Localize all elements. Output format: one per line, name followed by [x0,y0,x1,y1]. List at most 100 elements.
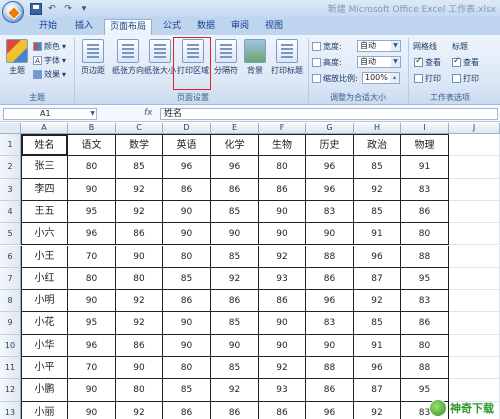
column-header-c[interactable]: C [116,123,163,134]
student-name-cell[interactable]: 小丽 [21,401,68,419]
score-cell[interactable]: 90 [163,200,211,224]
tab-home[interactable]: 开始 [32,19,64,35]
score-cell[interactable]: 92 [116,401,163,419]
column-header-g[interactable]: G [306,123,354,134]
score-cell[interactable]: 90 [68,290,116,313]
score-cell[interactable]: 85 [211,245,259,268]
row-header[interactable]: 13 [0,401,21,419]
score-cell[interactable]: 96 [306,290,354,313]
score-cell[interactable]: 83 [306,200,354,224]
margins-button[interactable]: 页边距 [78,38,108,90]
customize-icon[interactable]: ▾ [78,3,90,15]
score-cell[interactable]: 96 [163,156,211,179]
score-cell[interactable]: 90 [68,178,116,201]
score-cell[interactable]: 92 [211,379,259,402]
score-cell[interactable]: 86 [163,178,211,201]
score-cell[interactable]: 70 [68,245,116,268]
score-cell[interactable]: 87 [354,267,401,291]
score-cell[interactable]: 90 [259,223,306,246]
score-cell[interactable]: 90 [259,312,306,335]
table-header-cell[interactable]: 物理 [401,134,449,157]
score-cell[interactable]: 90 [259,334,306,357]
score-cell[interactable]: 92 [116,312,163,335]
score-cell[interactable]: 96 [354,357,401,380]
tab-insert[interactable]: 插入 [68,19,100,35]
student-name-cell[interactable]: 张三 [21,156,68,179]
name-box[interactable]: A1 ▼ [3,108,97,120]
gridlines-view-checkbox[interactable]: 查看 [414,56,441,68]
score-cell[interactable]: 92 [354,290,401,313]
score-cell[interactable]: 90 [68,379,116,402]
score-cell[interactable]: 80 [163,357,211,380]
score-cell[interactable]: 91 [401,156,449,179]
row-header[interactable]: 10 [0,334,21,357]
score-cell[interactable]: 80 [401,334,449,357]
score-cell[interactable]: 92 [259,245,306,268]
score-cell[interactable]: 95 [401,267,449,291]
score-cell[interactable]: 85 [163,267,211,291]
score-cell[interactable]: 86 [163,290,211,313]
score-cell[interactable]: 86 [259,290,306,313]
row-header[interactable]: 6 [0,245,21,268]
score-cell[interactable]: 80 [68,267,116,291]
score-cell[interactable]: 85 [354,156,401,179]
score-cell[interactable]: 86 [116,223,163,246]
score-cell[interactable]: 92 [116,290,163,313]
score-cell[interactable]: 95 [68,200,116,224]
score-cell[interactable]: 95 [68,312,116,335]
score-cell[interactable]: 85 [211,312,259,335]
score-cell[interactable]: 80 [401,223,449,246]
theme-effects-button[interactable]: 效果 ▾ [33,68,66,80]
student-name-cell[interactable]: 小六 [21,223,68,246]
width-combo[interactable]: 自动 ▼ [357,40,401,52]
score-cell[interactable]: 80 [116,267,163,291]
row-header[interactable]: 9 [0,312,21,335]
row-header[interactable]: 7 [0,267,21,291]
column-header-b[interactable]: B [68,123,116,134]
tab-page-layout[interactable]: 页面布局 [104,19,152,35]
table-header-cell[interactable]: 化学 [211,134,259,157]
student-name-cell[interactable]: 李四 [21,178,68,201]
table-header-cell[interactable]: 姓名 [21,134,68,157]
score-cell[interactable]: 80 [259,156,306,179]
score-cell[interactable]: 93 [259,267,306,291]
score-cell[interactable]: 92 [116,200,163,224]
redo-icon[interactable]: ↷ [62,3,74,15]
tab-review[interactable]: 审阅 [224,19,256,35]
column-header-h[interactable]: H [354,123,401,134]
score-cell[interactable]: 96 [68,223,116,246]
select-all-corner[interactable] [0,123,21,134]
table-header-cell[interactable]: 历史 [306,134,354,157]
score-cell[interactable]: 85 [163,379,211,402]
empty-cell[interactable] [449,134,500,157]
score-cell[interactable]: 90 [163,312,211,335]
student-name-cell[interactable]: 小华 [21,334,68,357]
column-header-f[interactable]: F [259,123,306,134]
score-cell[interactable]: 86 [211,178,259,201]
score-cell[interactable]: 90 [163,223,211,246]
score-cell[interactable]: 87 [354,379,401,402]
column-header-j[interactable]: J [449,123,500,134]
score-cell[interactable]: 80 [116,379,163,402]
row-header[interactable]: 5 [0,223,21,246]
score-cell[interactable]: 85 [211,357,259,380]
score-cell[interactable]: 96 [68,334,116,357]
score-cell[interactable]: 96 [306,156,354,179]
score-cell[interactable]: 90 [116,357,163,380]
score-cell[interactable]: 85 [354,312,401,335]
score-cell[interactable]: 96 [354,245,401,268]
row-header[interactable]: 12 [0,379,21,402]
formula-input[interactable]: 姓名 [160,108,498,120]
score-cell[interactable]: 90 [211,223,259,246]
empty-cell[interactable] [449,290,500,313]
tab-view[interactable]: 视图 [258,19,290,35]
orientation-button[interactable]: 纸张方向 [110,38,146,90]
score-cell[interactable]: 88 [401,357,449,380]
score-cell[interactable]: 88 [401,245,449,268]
column-header-d[interactable]: D [163,123,211,134]
gridlines-print-checkbox[interactable]: 打印 [414,72,441,84]
score-cell[interactable]: 86 [116,334,163,357]
student-name-cell[interactable]: 小明 [21,290,68,313]
student-name-cell[interactable]: 小平 [21,357,68,380]
tab-data[interactable]: 数据 [190,19,222,35]
